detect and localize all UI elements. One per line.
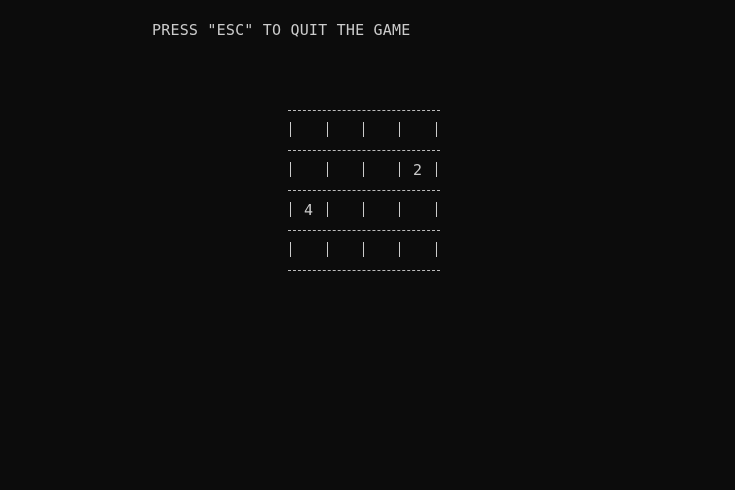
column-divider	[290, 162, 291, 177]
tile-1-2	[365, 160, 398, 180]
tile-1-1	[329, 160, 362, 180]
tile-0-0	[292, 120, 325, 140]
tile-1-0	[292, 160, 325, 180]
column-divider	[327, 202, 328, 217]
tile-1-3: 2	[412, 161, 423, 179]
column-divider	[290, 242, 291, 257]
game-board: 24	[288, 100, 440, 280]
column-divider	[327, 242, 328, 257]
row-separator	[288, 270, 440, 271]
tile-3-1	[329, 240, 362, 260]
column-divider	[436, 162, 437, 177]
column-divider	[399, 202, 400, 217]
column-divider	[436, 202, 437, 217]
column-divider	[436, 122, 437, 137]
tile-2-2	[365, 200, 398, 220]
column-divider	[290, 202, 291, 217]
tile-0-3	[401, 120, 434, 140]
column-divider	[436, 242, 437, 257]
tile-3-2	[365, 240, 398, 260]
column-divider	[399, 122, 400, 137]
column-divider	[327, 122, 328, 137]
quit-instruction: PRESS "ESC" TO QUIT THE GAME	[152, 21, 411, 39]
row-separator	[288, 150, 440, 151]
column-divider	[363, 202, 364, 217]
row-separator	[288, 230, 440, 231]
tile-3-3	[401, 240, 434, 260]
column-divider	[290, 122, 291, 137]
tile-2-1	[329, 200, 362, 220]
row-separator	[288, 190, 440, 191]
column-divider	[363, 162, 364, 177]
column-divider	[363, 242, 364, 257]
tile-0-1	[329, 120, 362, 140]
tile-0-2	[365, 120, 398, 140]
tile-2-3	[401, 200, 434, 220]
row-separator	[288, 110, 440, 111]
tile-3-0	[292, 240, 325, 260]
column-divider	[399, 162, 400, 177]
column-divider	[327, 162, 328, 177]
column-divider	[399, 242, 400, 257]
tile-2-0: 4	[303, 201, 314, 219]
column-divider	[363, 122, 364, 137]
console-window: PRESS "ESC" TO QUIT THE GAME 24	[0, 0, 735, 490]
